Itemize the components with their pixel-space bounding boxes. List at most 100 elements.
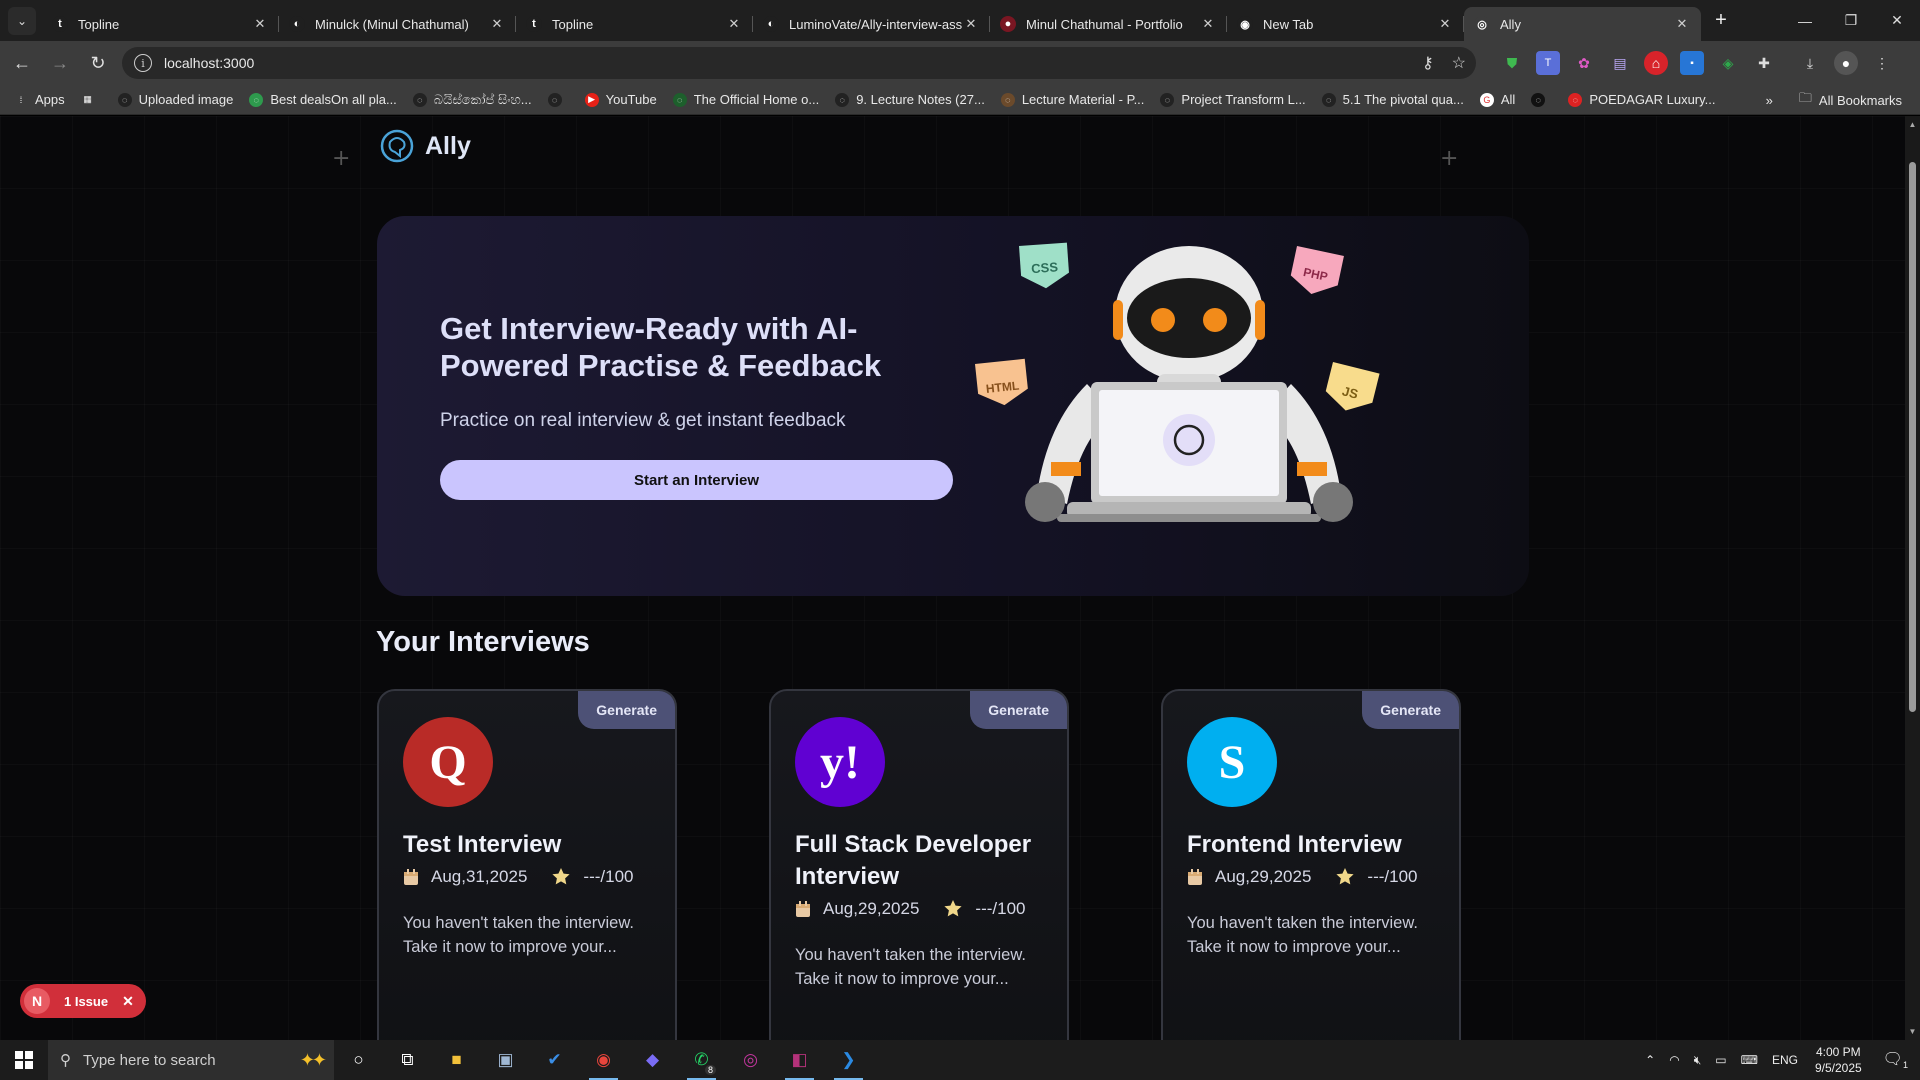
blue-extension-icon[interactable]: ▪ <box>1680 51 1704 75</box>
tab-search-button[interactable]: ⌄ <box>8 6 36 35</box>
windows-taskbar: ⚲ Type here to search ✦✦ ○ ⧉ ■ ▣ ✔ ◉ ◆ ✆ 8 ◎ ◧ ❯ ⌃ … <box>0 1040 1920 1080</box>
interview-card[interactable]: Generate Q Test Interview Aug,31,2025 ---/10… <box>377 689 677 1040</box>
browser-tab[interactable]: ◐ Minulck (Minul Chathumal) ✕ <box>279 7 516 41</box>
address-bar[interactable]: i localhost:3000 ⚷ ☆ <box>122 47 1476 79</box>
close-tab-icon[interactable]: ✕ <box>251 16 269 32</box>
language-indicator[interactable]: ENG <box>1772 1053 1798 1067</box>
url-text[interactable]: localhost:3000 <box>164 55 254 71</box>
close-tab-icon[interactable]: ✕ <box>962 16 980 32</box>
bookmark-item[interactable]: ◌ 9. Lecture Notes (27... <box>827 92 993 107</box>
bookmark-item[interactable]: ◌ Uploaded image <box>110 92 242 107</box>
bookmark-label: POEDAGAR Luxury... <box>1589 92 1716 107</box>
notification-icon[interactable]: 🗨︎1 <box>1883 1049 1908 1070</box>
network-app-icon[interactable]: ▣ <box>481 1040 530 1080</box>
camera-app-icon[interactable]: ◎ <box>726 1040 775 1080</box>
taskbar-search[interactable]: ⚲ Type here to search ✦✦ <box>48 1040 334 1080</box>
scroll-up-icon[interactable]: ▲ <box>1908 120 1917 129</box>
tray-overflow-icon[interactable]: ⌃ <box>1645 1053 1655 1067</box>
cortana-icon[interactable]: ○ <box>334 1040 383 1080</box>
bookmark-item[interactable]: ◌ Project Transform L... <box>1152 92 1313 107</box>
bookmark-label: Best dealsOn all pla... <box>270 92 397 107</box>
todo-icon[interactable]: ✔ <box>530 1040 579 1080</box>
copilot-icon[interactable]: ◆ <box>628 1040 677 1080</box>
bookmark-item[interactable]: ⁞ Apps <box>6 92 73 107</box>
browser-menu-icon[interactable]: ⋮ <box>1870 51 1894 75</box>
close-icon[interactable]: ✕ <box>122 993 134 1010</box>
shield-extension-icon[interactable]: ⛊ <box>1500 51 1524 75</box>
translate-extension-icon[interactable]: T <box>1536 51 1560 75</box>
close-window-icon[interactable]: ✕ <box>1874 0 1920 41</box>
brand-logo[interactable]: Ally <box>379 128 471 164</box>
reload-icon[interactable]: ↻ <box>82 47 114 79</box>
bookmark-item[interactable]: ◌ 5.1 The pivotal qua... <box>1314 92 1472 107</box>
bookmarks-right: » 🗀 All Bookmarks <box>1766 85 1910 115</box>
browser-tab[interactable]: ● Minul Chathumal - Portfolio ✕ <box>990 7 1227 41</box>
color-extension-icon[interactable]: ✿ <box>1572 51 1596 75</box>
bookmark-item[interactable]: ◌ <box>1523 92 1560 107</box>
browser-tab[interactable]: ◎ Ally ✕ <box>1464 7 1701 41</box>
restore-icon[interactable]: ❐ <box>1828 0 1874 41</box>
forward-icon[interactable]: → <box>44 47 76 79</box>
browser-tab[interactable]: ◉ New Tab ✕ <box>1227 7 1464 41</box>
browser-tab[interactable]: t Topline ✕ <box>42 7 279 41</box>
minimize-icon[interactable]: — <box>1782 0 1828 41</box>
password-key-icon[interactable]: ⚷ <box>1422 53 1434 73</box>
profile-avatar-icon[interactable]: ● <box>1834 51 1858 75</box>
chrome-icon[interactable]: ◉ <box>579 1040 628 1080</box>
wifi-icon[interactable]: ◠ <box>1669 1053 1679 1067</box>
github-icon: ◐ <box>763 16 779 32</box>
note-extension-icon[interactable]: ▤ <box>1608 51 1632 75</box>
close-tab-icon[interactable]: ✕ <box>488 16 506 32</box>
task-view-icon[interactable]: ⧉ <box>383 1040 432 1080</box>
page-scrollbar[interactable]: ▲ ▼ <box>1905 116 1920 1040</box>
mute-icon[interactable]: 🔇︎ <box>1694 1053 1702 1068</box>
bookmark-item[interactable]: ▶ YouTube <box>577 92 665 107</box>
bookmark-item[interactable]: ▦ <box>73 92 110 107</box>
star-icon <box>1336 868 1355 885</box>
pdf-extension-icon[interactable]: ⌂ <box>1644 51 1668 75</box>
close-tab-icon[interactable]: ✕ <box>725 16 743 32</box>
battery-icon[interactable]: ▭ <box>1715 1053 1726 1067</box>
close-tab-icon[interactable]: ✕ <box>1436 16 1454 32</box>
generate-badge[interactable]: Generate <box>578 691 675 729</box>
bookmark-item[interactable]: ◌ The Official Home o... <box>665 92 827 107</box>
clock[interactable]: 4:00 PM 9/5/2025 <box>1815 1044 1862 1076</box>
bookmark-item[interactable]: ◌ <box>540 92 577 107</box>
all-bookmarks-button[interactable]: 🗀 All Bookmarks <box>1791 89 1910 111</box>
windows-start-icon[interactable] <box>0 1040 48 1080</box>
clock-time: 4:00 PM <box>1815 1045 1861 1059</box>
grid-plus-mark: + <box>1440 146 1459 171</box>
scrollbar-thumb[interactable] <box>1909 162 1916 712</box>
site-info-icon[interactable]: i <box>134 54 152 72</box>
close-tab-icon[interactable]: ✕ <box>1199 16 1217 32</box>
green-extension-icon[interactable]: ◈ <box>1716 51 1740 75</box>
new-tab-button[interactable]: + <box>1707 7 1735 35</box>
issue-badge[interactable]: N 1 Issue ✕ <box>20 984 146 1018</box>
vscode-icon[interactable]: ❯ <box>824 1040 873 1080</box>
back-icon[interactable]: ← <box>6 47 38 79</box>
start-interview-button[interactable]: Start an Interview <box>440 460 953 500</box>
generate-badge[interactable]: Generate <box>970 691 1067 729</box>
bookmark-item[interactable]: ◌ Lecture Material - P... <box>993 92 1153 107</box>
bookmark-item[interactable]: G All <box>1472 92 1523 107</box>
bookmark-item[interactable]: ◌ POEDAGAR Luxury... <box>1560 92 1723 107</box>
interview-description: You haven't taken the interview. Take it… <box>1187 914 1418 956</box>
whatsapp-icon[interactable]: ✆ 8 <box>677 1040 726 1080</box>
download-icon[interactable]: ⤓ <box>1798 51 1822 75</box>
pdf-app-icon[interactable]: ◧ <box>775 1040 824 1080</box>
close-tab-icon[interactable]: ✕ <box>1673 16 1691 32</box>
browser-tab[interactable]: ◐ LuminoVate/Ally-interview-assi ✕ <box>753 7 990 41</box>
extensions-puzzle-icon[interactable]: ✚ <box>1752 51 1776 75</box>
bookmark-item[interactable]: ◌ Best dealsOn all pla... <box>241 92 404 107</box>
browser-tab[interactable]: t Topline ✕ <box>516 7 753 41</box>
bookmark-star-icon[interactable]: ☆ <box>1452 53 1466 73</box>
scroll-down-icon[interactable]: ▼ <box>1908 1027 1917 1036</box>
file-explorer-icon[interactable]: ■ <box>432 1040 481 1080</box>
bookmark-item[interactable]: ◌ බයිස්කෝප් සිංහ... <box>405 92 540 108</box>
keyboard-icon[interactable]: ⌨ <box>1741 1053 1758 1067</box>
bookmarks-overflow-icon[interactable]: » <box>1766 93 1773 108</box>
interview-card[interactable]: Generate y! Full Stack Developer Interview… <box>769 689 1069 1040</box>
generate-badge[interactable]: Generate <box>1362 691 1459 729</box>
interview-card[interactable]: Generate S Frontend Interview Aug,29,2025 --… <box>1161 689 1461 1040</box>
section-title: Your Interviews <box>376 626 590 658</box>
